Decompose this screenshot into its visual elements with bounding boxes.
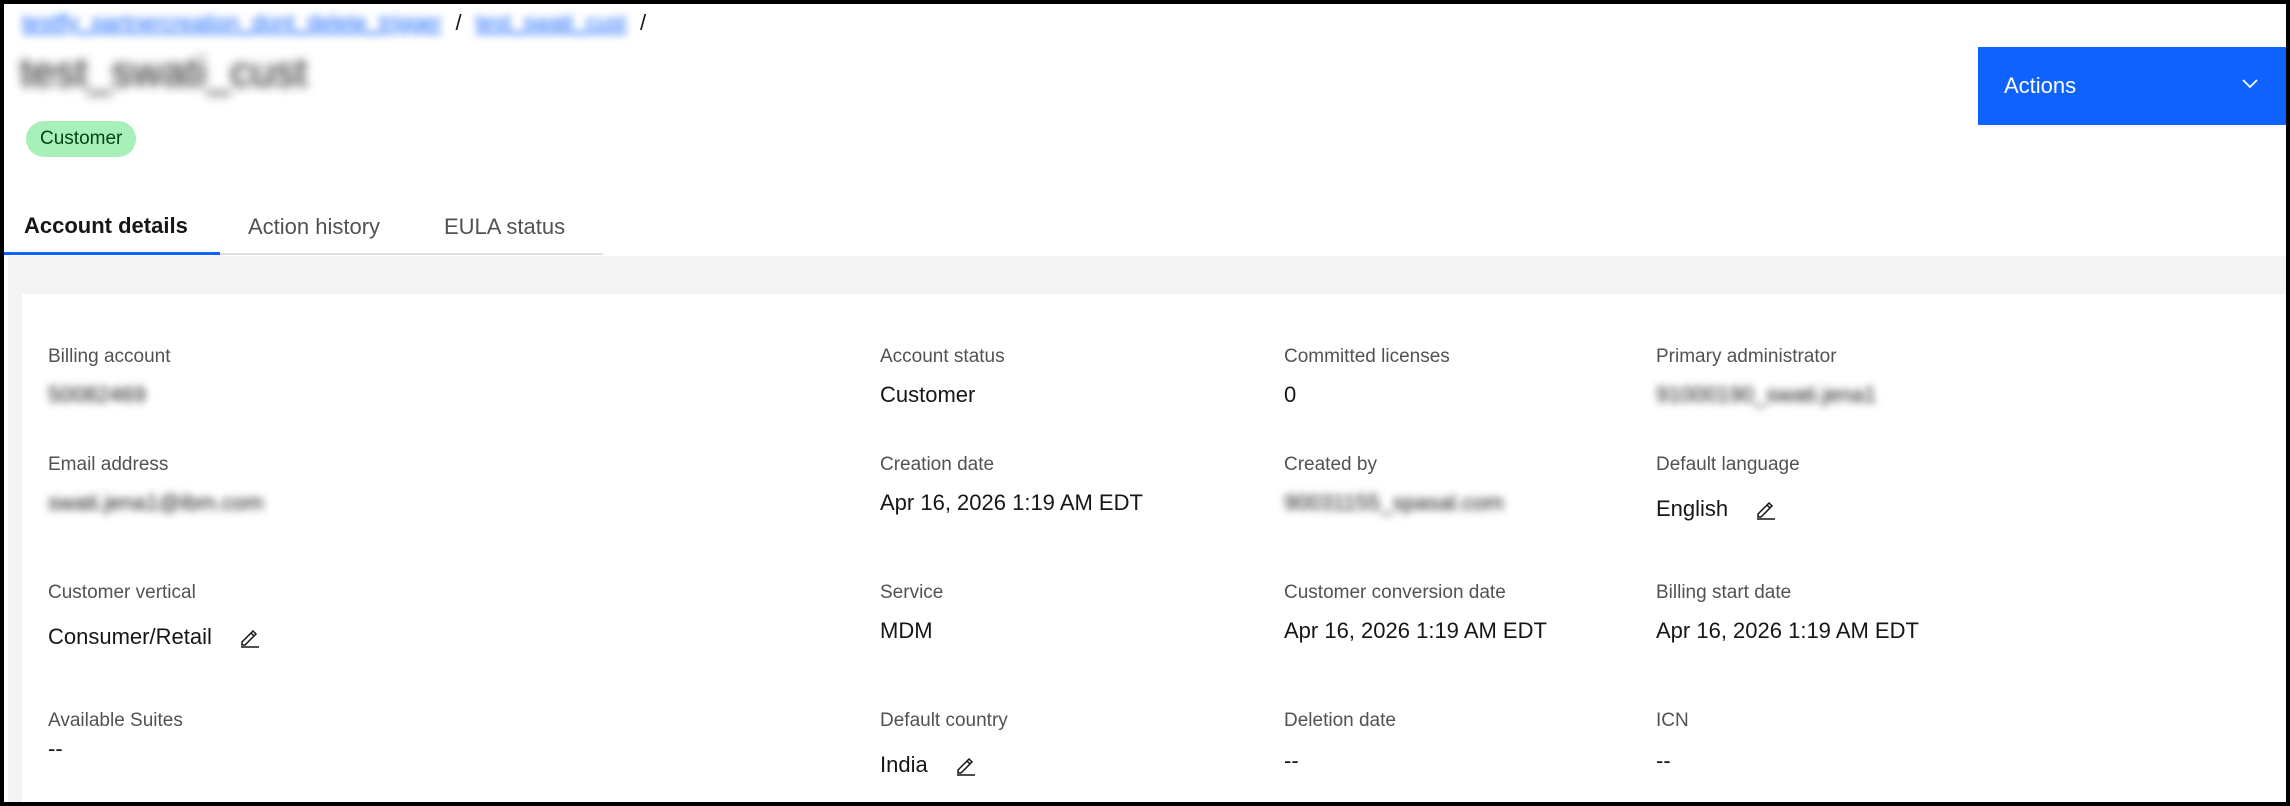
field-value: Consumer/Retail <box>48 624 262 650</box>
field-label: Deletion date <box>1284 710 1396 731</box>
language-value: English <box>1656 496 1729 521</box>
field-value: swati.jena1@ibm.com <box>48 490 264 515</box>
field-service: Service MDM <box>880 582 943 644</box>
field-value: -- <box>48 736 63 761</box>
field-primary-administrator: Primary administrator 91000190_swati.jen… <box>1656 346 1876 408</box>
field-value: MDM <box>880 618 933 643</box>
actions-label: Actions <box>2004 73 2077 98</box>
field-value: -- <box>1656 748 1671 773</box>
field-label: Default country <box>880 710 1008 731</box>
field-label: Created by <box>1284 454 1377 475</box>
field-value: 90031155_spasal.com <box>1284 490 1504 515</box>
field-label: Available Suites <box>48 710 183 731</box>
field-value: India <box>880 752 1008 778</box>
field-value: 91000190_swati.jena1 <box>1656 382 1877 407</box>
app-frame: testfly_partnercreation_dont_delete_trig… <box>0 0 2290 806</box>
edit-language-icon[interactable] <box>1754 497 1778 521</box>
field-default-country: Default country India <box>880 710 1008 778</box>
field-account-status: Account status Customer <box>880 346 1005 408</box>
account-details-card: Billing account 50082469 Account status … <box>22 294 2286 802</box>
field-value: 0 <box>1284 382 1297 407</box>
field-committed-licenses: Committed licenses 0 <box>1284 346 1450 408</box>
breadcrumb-separator: / <box>640 10 647 35</box>
field-label: Account status <box>880 346 1005 367</box>
field-creation-date: Creation date Apr 16, 2026 1:19 AM EDT <box>880 454 1143 516</box>
page-title: test_swati_cust <box>20 48 308 95</box>
field-label: Billing account <box>48 346 171 367</box>
tab-action-history[interactable]: Action history <box>220 200 418 255</box>
field-billing-account: Billing account 50082469 <box>48 346 171 408</box>
field-label: Committed licenses <box>1284 346 1450 367</box>
actions-dropdown-button[interactable]: Actions <box>1978 47 2286 125</box>
tab-eula-status[interactable]: EULA status <box>418 200 603 255</box>
field-created-by: Created by 90031155_spasal.com <box>1284 454 1504 516</box>
field-email-address: Email address swati.jena1@ibm.com <box>48 454 264 516</box>
field-label: Primary administrator <box>1656 346 1837 367</box>
field-label: ICN <box>1656 710 1689 731</box>
field-value: Apr 16, 2026 1:19 AM EDT <box>1656 618 1919 643</box>
field-customer-conversion-date: Customer conversion date Apr 16, 2026 1:… <box>1284 582 1547 644</box>
field-value: Customer <box>880 382 976 407</box>
vertical-value: Consumer/Retail <box>48 624 212 649</box>
field-value: English <box>1656 496 1800 522</box>
edit-vertical-icon[interactable] <box>238 625 262 649</box>
tab-account-details[interactable]: Account details <box>4 200 220 255</box>
field-label: Customer vertical <box>48 582 196 603</box>
field-label: Creation date <box>880 454 995 475</box>
field-label: Customer conversion date <box>1284 582 1506 603</box>
field-value: 50082469 <box>48 382 146 407</box>
field-label: Billing start date <box>1656 582 1792 603</box>
breadcrumb-separator: / <box>455 10 462 35</box>
field-icn: ICN -- <box>1656 710 1689 774</box>
chevron-down-icon <box>2240 73 2260 99</box>
country-value: India <box>880 752 928 777</box>
field-default-language: Default language English <box>1656 454 1800 522</box>
field-value: Apr 16, 2026 1:19 AM EDT <box>1284 618 1547 643</box>
breadcrumb-link-partner[interactable]: testfly_partnercreation_dont_delete_trig… <box>22 10 442 36</box>
edit-country-icon[interactable] <box>954 753 978 777</box>
field-label: Email address <box>48 454 169 475</box>
field-label: Default language <box>1656 454 1800 475</box>
breadcrumb: testfly_partnercreation_dont_delete_trig… <box>22 6 660 40</box>
field-value: Apr 16, 2026 1:19 AM EDT <box>880 490 1143 515</box>
field-label: Service <box>880 582 944 603</box>
field-value: -- <box>1284 748 1299 773</box>
field-available-suites: Available Suites -- <box>48 710 183 762</box>
customer-tag: Customer <box>26 121 137 157</box>
field-customer-vertical: Customer vertical Consumer/Retail <box>48 582 262 650</box>
tab-list: Account details Action history EULA stat… <box>4 200 603 255</box>
field-billing-start-date: Billing start date Apr 16, 2026 1:19 AM … <box>1656 582 1919 644</box>
breadcrumb-link-customer[interactable]: test_swati_cust <box>476 10 626 36</box>
field-deletion-date: Deletion date -- <box>1284 710 1396 774</box>
